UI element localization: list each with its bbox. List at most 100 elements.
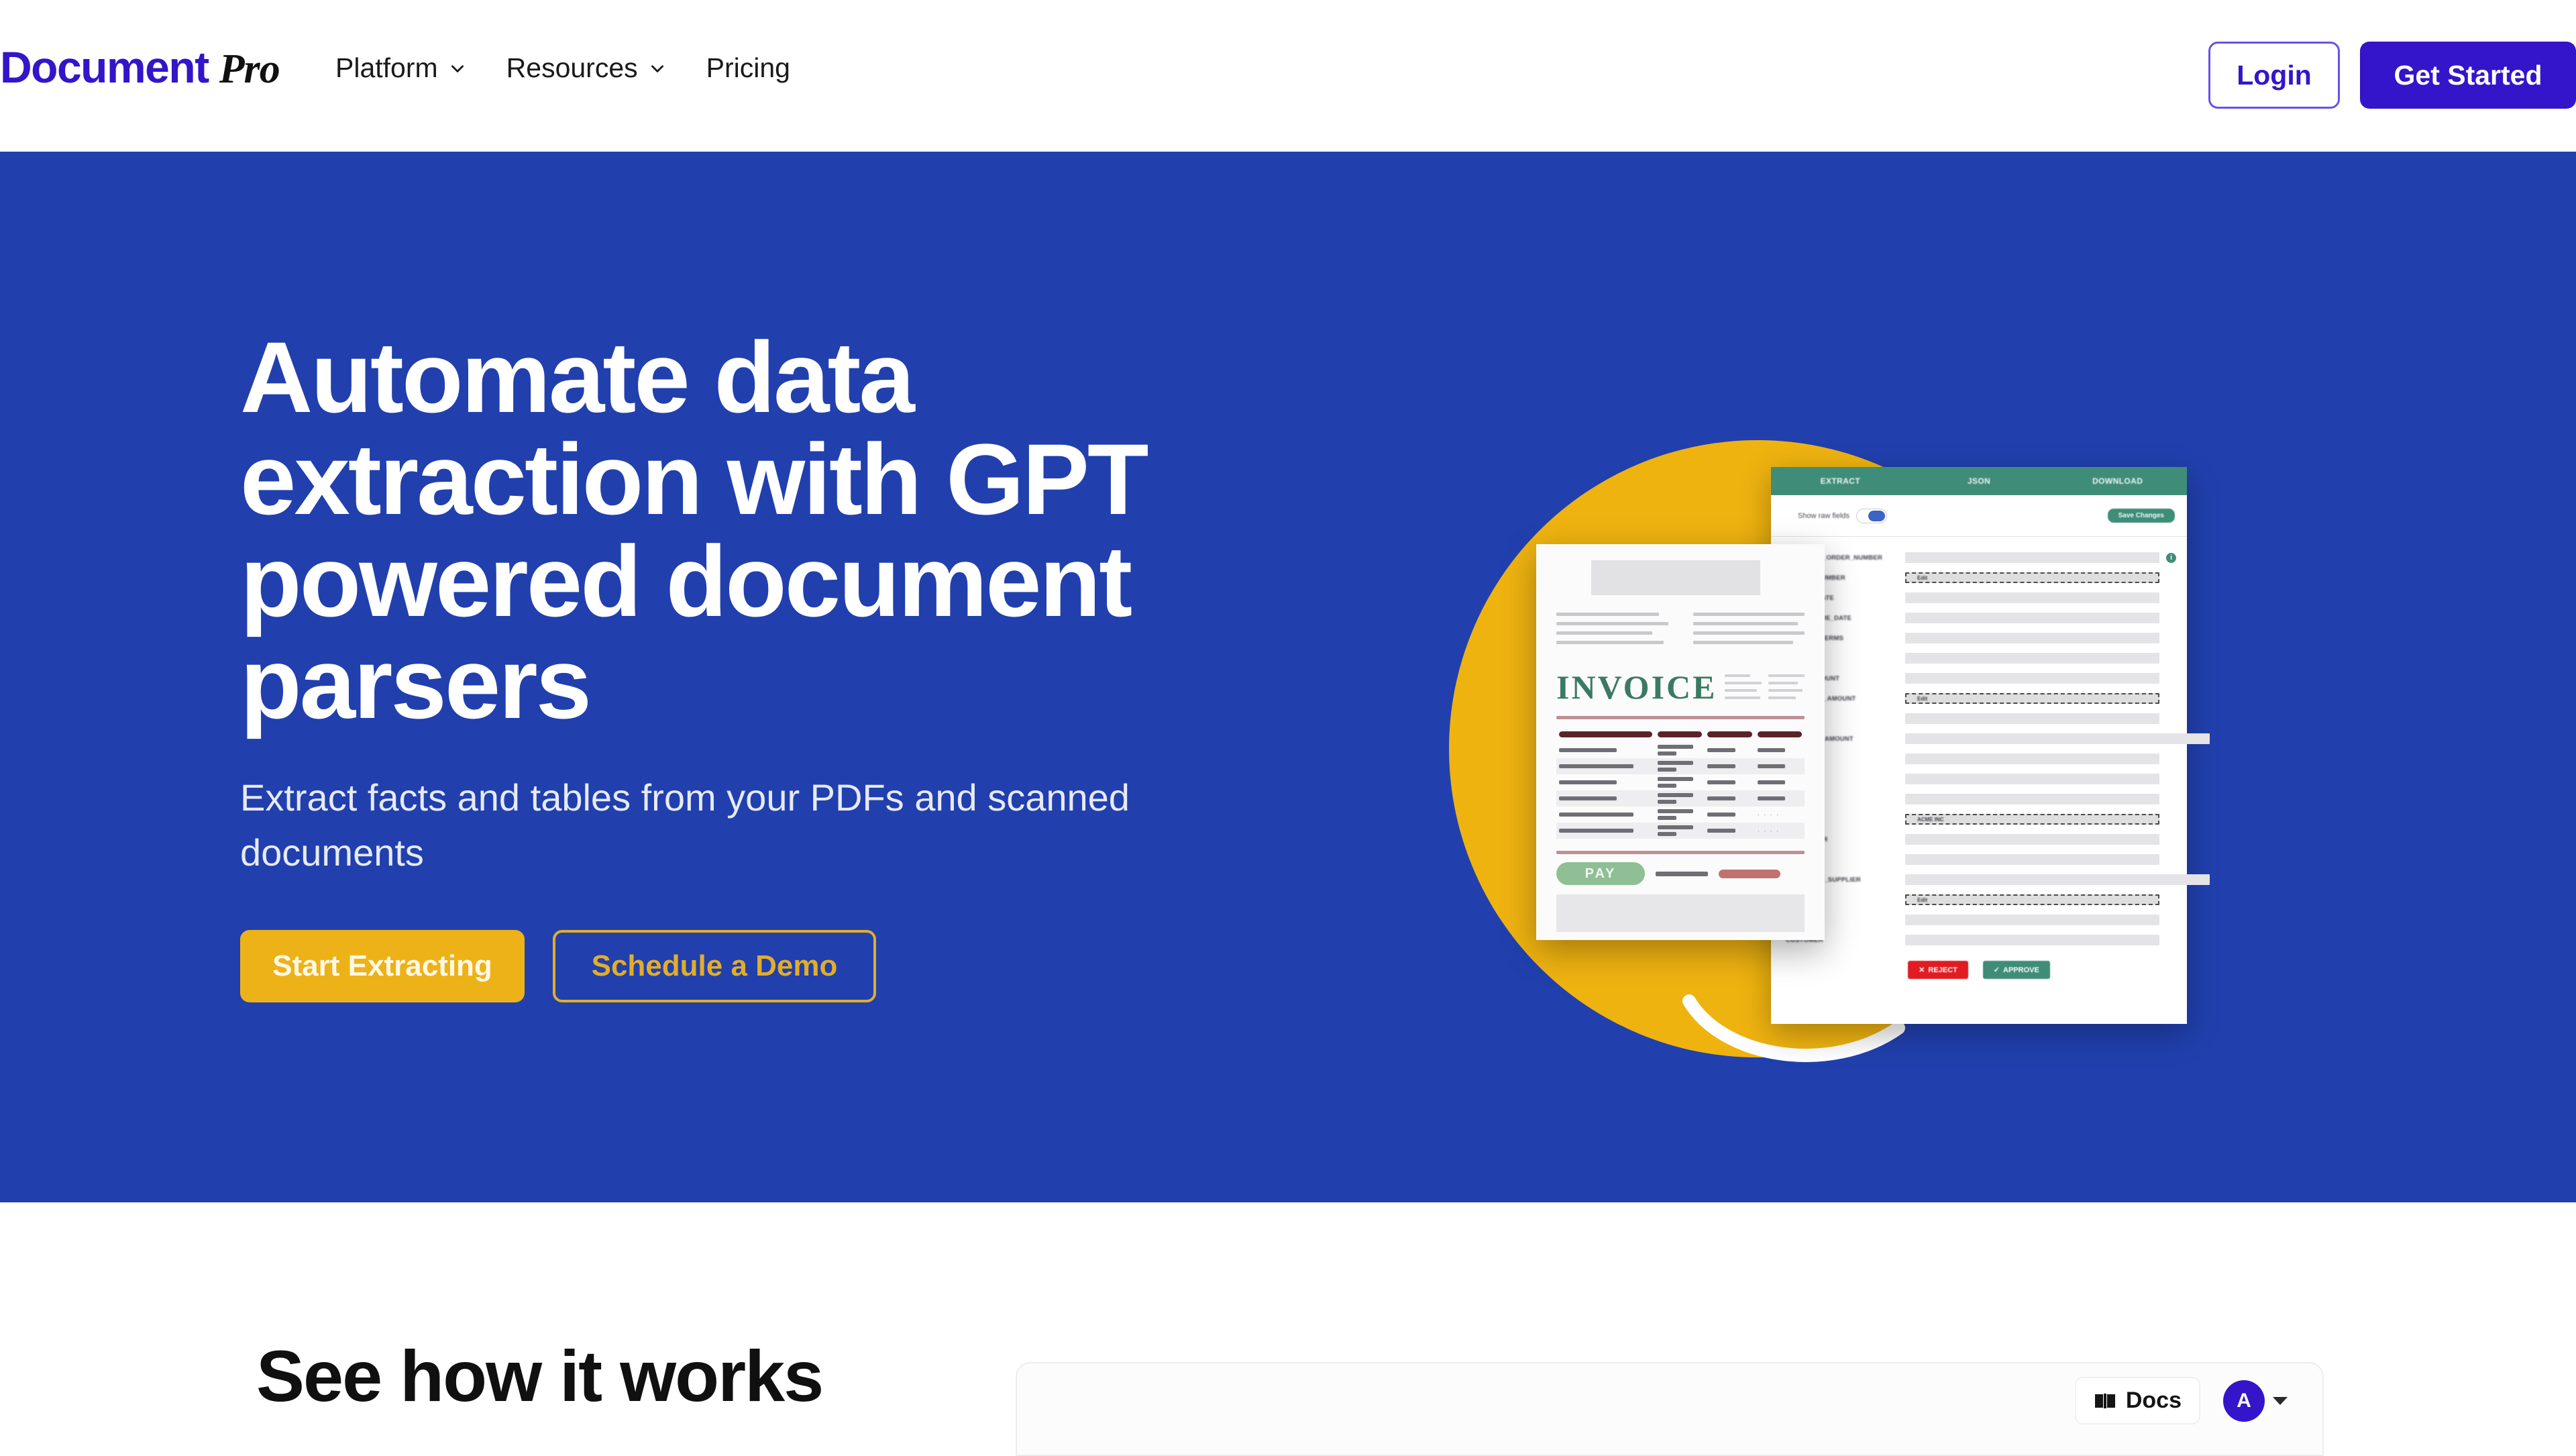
hero-subtitle: Extract facts and tables from your PDFs …: [240, 776, 1130, 874]
parser-tab-json[interactable]: JSON: [1910, 476, 2049, 486]
hero-title: Automate data extraction with GPT powere…: [240, 321, 1149, 739]
demo-app-toolbar: Docs A: [2074, 1377, 2288, 1424]
parser-field-row: PAYMENT_TERMSi: [1786, 628, 2176, 648]
invoice-address-left: [1556, 613, 1668, 650]
parser-field-value-text: Edit: [1917, 574, 1928, 581]
close-icon: ✕: [1919, 966, 1925, 974]
docs-button-label: Docs: [2125, 1388, 2182, 1413]
parser-field-row: TOTAL_TAX_AMOUNTEditi: [1786, 688, 2176, 709]
info-icon[interactable]: i: [2166, 552, 2176, 563]
parser-field-row: VENDORACME INCi: [1786, 809, 2176, 829]
parser-field-row: INVOICE_NUMBEREditi: [1786, 568, 2176, 588]
parser-field-value[interactable]: [1905, 935, 2159, 945]
reject-label: REJECT: [1928, 966, 1957, 974]
chevron-down-icon: [449, 60, 466, 77]
parser-field-value[interactable]: [1905, 874, 2210, 885]
check-icon: ✓: [1993, 966, 2000, 974]
invoice-title: INVOICE: [1556, 668, 1717, 706]
parser-field-value[interactable]: [1905, 753, 2159, 764]
parser-raw-fields-toggle[interactable]: [1856, 508, 1888, 523]
user-menu[interactable]: A: [2223, 1380, 2288, 1422]
how-it-works-section: See how it works Docs A: [0, 1202, 2576, 1456]
parser-field-row: INVOICE_DATEi: [1786, 588, 2176, 608]
table-row: [1556, 774, 1805, 790]
nav-item-pricing-label: Pricing: [706, 52, 790, 83]
parser-tab-extract[interactable]: EXTRACT: [1771, 476, 1910, 486]
parser-field-value[interactable]: [1905, 915, 2159, 925]
table-row: [1556, 726, 1805, 742]
invoice-document-card: INVOICE · · · · · · · · PAY: [1536, 544, 1825, 940]
nav-item-platform-label: Platform: [335, 52, 438, 83]
brand-logo-secondary: Pro: [219, 46, 280, 92]
demo-app-panel: Docs A: [1016, 1362, 2324, 1456]
invoice-pay-button[interactable]: PAY: [1556, 862, 1645, 885]
parser-field-row: SKUEditi: [1786, 890, 2176, 910]
parser-field-value[interactable]: [1905, 733, 2210, 744]
navbar-actions: Login Get Started: [2208, 42, 2576, 109]
parser-field-value[interactable]: [1905, 854, 2159, 865]
parser-field-row: BUYERi: [1786, 910, 2176, 930]
parser-field-value[interactable]: [1905, 774, 2159, 784]
parser-field-list: PURCHASE_ORDER_NUMBERiINVOICE_NUMBEREdit…: [1771, 537, 2210, 950]
hero-copy: Automate data extraction with GPT powere…: [240, 326, 1313, 1002]
parser-form-card: EXTRACT JSON DOWNLOAD Show raw fields Sa…: [1771, 467, 2210, 1024]
nav-item-resources-label: Resources: [506, 52, 638, 83]
parser-field-value-text: ACME INC: [1917, 816, 1944, 823]
parser-card-actions: ✕ REJECT ✓ APPROVE: [1771, 961, 2187, 979]
parser-field-value[interactable]: Edit: [1905, 693, 2159, 704]
parser-field-value[interactable]: [1905, 794, 2159, 804]
schedule-demo-button[interactable]: Schedule a Demo: [553, 930, 876, 1002]
brand-logo[interactable]: Document Pro: [0, 42, 280, 93]
parser-save-changes-button[interactable]: Save Changes: [2107, 509, 2175, 523]
invoice-footer-block: [1556, 894, 1805, 932]
invoice-footer-pill: [1719, 869, 1780, 878]
get-started-button[interactable]: Get Started: [2360, 42, 2576, 109]
chevron-down-icon: [2273, 1396, 2288, 1405]
parser-field-row: SUBTOTAL_AMOUNTi: [1786, 729, 2210, 749]
table-row: · · · ·: [1556, 823, 1805, 839]
parser-field-value[interactable]: [1905, 834, 2159, 845]
approve-button[interactable]: ✓ APPROVE: [1982, 961, 2050, 979]
parser-field-value[interactable]: [1905, 552, 2159, 563]
table-row: [1556, 758, 1805, 774]
chevron-down-icon: [649, 60, 666, 77]
approve-label: APPROVE: [2003, 966, 2039, 974]
parser-field-row: SHIP_FROM_SUPPLIERi: [1786, 870, 2210, 890]
parser-tab-download[interactable]: DOWNLOAD: [2048, 476, 2187, 486]
parser-field-value[interactable]: [1905, 673, 2159, 684]
parser-field-row: VATi: [1786, 749, 2176, 769]
parser-field-value[interactable]: [1905, 613, 2159, 623]
invoice-title-row: INVOICE: [1556, 670, 1805, 704]
nav-item-resources[interactable]: Resources: [506, 52, 666, 84]
start-extracting-button[interactable]: Start Extracting: [240, 930, 525, 1002]
reject-button[interactable]: ✕ REJECT: [1908, 961, 1968, 979]
parser-field-value[interactable]: [1905, 713, 2159, 724]
docs-button[interactable]: Docs: [2074, 1377, 2200, 1424]
parser-field-row: TOTAL_AMOUNTi: [1786, 668, 2176, 688]
parser-field-row: DUE_DATEi: [1786, 709, 2176, 729]
hero-illustration: EXTRACT JSON DOWNLOAD Show raw fields Sa…: [1436, 266, 2267, 1111]
nav-item-platform[interactable]: Platform: [335, 52, 466, 84]
parser-field-row: ADDRESSi: [1786, 769, 2176, 789]
invoice-divider-bottom: [1556, 851, 1805, 854]
parser-card-tabs: EXTRACT JSON DOWNLOAD: [1771, 467, 2187, 495]
parser-card-toolbar: Show raw fields Save Changes: [1771, 495, 2187, 537]
invoice-address-block: [1556, 613, 1805, 650]
login-button[interactable]: Login: [2208, 42, 2340, 109]
nav-item-pricing[interactable]: Pricing: [706, 52, 790, 84]
hero-cta-group: Start Extracting Schedule a Demo: [240, 930, 1313, 1002]
invoice-line-items-table: · · · · · · · ·: [1556, 726, 1805, 839]
parser-field-row: CURRENCYi: [1786, 648, 2176, 668]
section-title-how-it-works: See how it works: [256, 1335, 824, 1416]
parser-field-value[interactable]: [1905, 653, 2159, 664]
parser-field-value[interactable]: ACME INC: [1905, 814, 2159, 825]
parser-field-value-text: Edit: [1917, 695, 1928, 702]
invoice-divider-top: [1556, 716, 1805, 719]
parser-field-value[interactable]: [1905, 592, 2159, 603]
parser-field-value[interactable]: Edit: [1905, 894, 2159, 905]
parser-field-row: CUSTOMERi: [1786, 930, 2176, 950]
table-row: · · · ·: [1556, 807, 1805, 823]
parser-field-row: INVOICE_DUE_DATEi: [1786, 608, 2176, 628]
parser-field-value[interactable]: [1905, 633, 2159, 643]
parser-field-value[interactable]: Edit: [1905, 572, 2159, 583]
